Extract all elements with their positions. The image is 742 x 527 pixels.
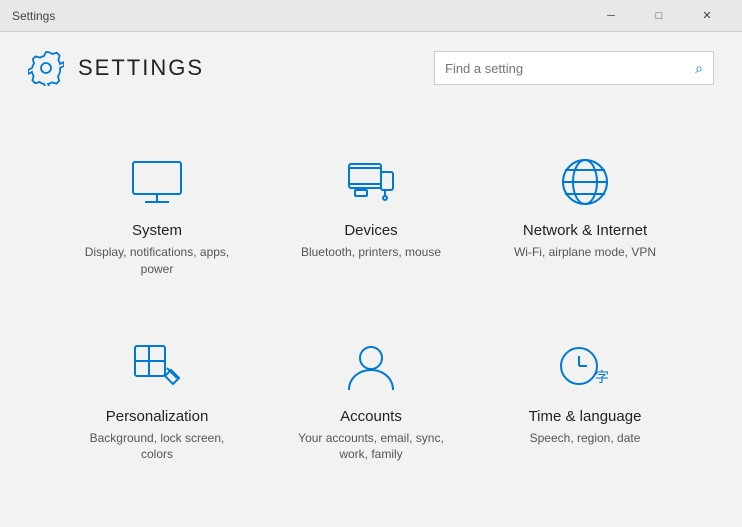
header: SETTINGS ⌕ [0, 32, 742, 104]
accounts-icon [341, 338, 401, 398]
setting-title-time: Time & language [529, 408, 642, 425]
close-button[interactable]: ✕ [684, 0, 730, 32]
settings-grid: System Display, notifications, apps, pow… [60, 124, 682, 485]
gear-icon [28, 50, 64, 86]
search-icon: ⌕ [695, 60, 703, 77]
setting-desc-network: Wi-Fi, airplane mode, VPN [514, 244, 656, 261]
maximize-button[interactable]: □ [636, 0, 682, 32]
main-content: System Display, notifications, apps, pow… [0, 104, 742, 505]
setting-title-personalization: Personalization [106, 408, 209, 425]
setting-item-time[interactable]: Time & language Speech, region, date [488, 310, 682, 486]
titlebar-left: Settings [12, 9, 55, 23]
setting-title-accounts: Accounts [340, 408, 402, 425]
header-title: SETTINGS [78, 55, 204, 81]
system-icon [127, 152, 187, 212]
search-box[interactable]: ⌕ [434, 51, 714, 85]
setting-item-system[interactable]: System Display, notifications, apps, pow… [60, 124, 254, 300]
setting-desc-accounts: Your accounts, email, sync, work, family [290, 430, 452, 464]
setting-item-accounts[interactable]: Accounts Your accounts, email, sync, wor… [274, 310, 468, 486]
time-icon [555, 338, 615, 398]
setting-desc-system: Display, notifications, apps, power [76, 244, 238, 278]
network-icon [555, 152, 615, 212]
minimize-button[interactable]: ─ [588, 0, 634, 32]
setting-title-devices: Devices [344, 222, 397, 239]
search-input[interactable] [445, 61, 695, 76]
setting-desc-personalization: Background, lock screen, colors [76, 430, 238, 464]
setting-item-network[interactable]: Network & Internet Wi-Fi, airplane mode,… [488, 124, 682, 300]
setting-desc-time: Speech, region, date [530, 430, 641, 447]
titlebar-controls: ─ □ ✕ [588, 0, 730, 32]
setting-title-network: Network & Internet [523, 222, 647, 239]
titlebar: Settings ─ □ ✕ [0, 0, 742, 32]
personalization-icon [127, 338, 187, 398]
titlebar-title: Settings [12, 9, 55, 23]
setting-item-personalization[interactable]: Personalization Background, lock screen,… [60, 310, 254, 486]
setting-title-system: System [132, 222, 182, 239]
setting-item-devices[interactable]: Devices Bluetooth, printers, mouse [274, 124, 468, 300]
setting-desc-devices: Bluetooth, printers, mouse [301, 244, 441, 261]
devices-icon [341, 152, 401, 212]
header-left: SETTINGS [28, 50, 204, 86]
